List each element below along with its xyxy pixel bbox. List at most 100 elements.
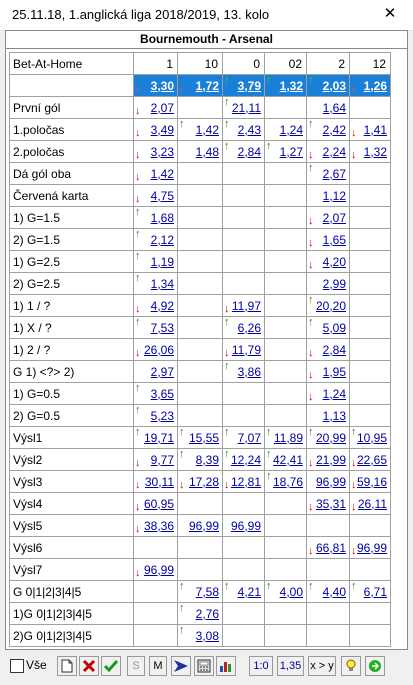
odds-value[interactable]: 3,65: [151, 387, 174, 401]
odds-cell[interactable]: ↓ 9,77: [133, 448, 178, 471]
odds-value[interactable]: 96,99: [144, 563, 174, 577]
odds-value[interactable]: 2,84: [238, 145, 261, 159]
odds-value[interactable]: 4,92: [151, 299, 174, 313]
calculator-button[interactable]: [194, 656, 214, 676]
arrow-button[interactable]: [171, 656, 191, 676]
odds-value[interactable]: 1,19: [151, 255, 174, 269]
odds-cell[interactable]: ↑ 11,89: [264, 426, 307, 449]
odds-cell[interactable]: 1,12: [306, 184, 350, 207]
odds-cell[interactable]: ↑ 3,08: [177, 624, 223, 647]
odds-cell[interactable]: ↓ 21,99: [306, 448, 350, 471]
odds-cell[interactable]: ↓ 22,65: [349, 448, 391, 471]
odds-value[interactable]: 6,71: [364, 585, 387, 599]
odds-cell[interactable]: ↓ 60,95: [133, 492, 178, 515]
odds-value[interactable]: 3,23: [151, 145, 174, 159]
hint-button[interactable]: [341, 656, 361, 676]
odds-value[interactable]: 1,24: [323, 387, 346, 401]
odds-value[interactable]: 1,41: [364, 123, 387, 137]
odds-cell[interactable]: 1,48: [177, 140, 223, 163]
odds-cell[interactable]: ↓ 66,81: [306, 536, 350, 559]
score-button[interactable]: 1:0: [249, 656, 273, 676]
odds-value[interactable]: 1,64: [323, 101, 346, 115]
odds-cell[interactable]: ↑ 1,27: [264, 140, 307, 163]
odds-value[interactable]: 2,84: [323, 343, 346, 357]
odds-value[interactable]: 1,42: [196, 123, 219, 137]
main-odds-cell[interactable]: ↑ 1,32: [264, 74, 307, 97]
odds-value[interactable]: 4,75: [151, 189, 174, 203]
odds-cell[interactable]: ↓ 2,24: [306, 140, 350, 163]
odds-cell[interactable]: ↑ 4,40: [306, 580, 350, 603]
odds-cell[interactable]: ↑ 4,00: [264, 580, 307, 603]
odds-cell[interactable]: ↑ 1,19: [133, 250, 178, 273]
odds-cell[interactable]: ↑ 15,55: [177, 426, 223, 449]
odds-cell[interactable]: ↓ 4,20: [306, 250, 350, 273]
odds-value[interactable]: 1,24: [280, 123, 303, 137]
odds-value[interactable]: 38,36: [144, 519, 174, 533]
odds-value[interactable]: 2,03: [323, 79, 346, 93]
odds-value[interactable]: 2,43: [238, 123, 261, 137]
confirm-button[interactable]: [101, 656, 121, 676]
odds-cell[interactable]: ↓ 38,36: [133, 514, 178, 537]
odds-cell[interactable]: ↑ 10,95: [349, 426, 391, 449]
odds-cell[interactable]: ↓ 26,11: [349, 492, 391, 515]
odds-value[interactable]: 1,32: [280, 79, 303, 93]
delete-button[interactable]: [79, 656, 99, 676]
odds-cell[interactable]: 96,99: [177, 514, 223, 537]
odds-value[interactable]: 2,07: [323, 211, 346, 225]
odds-cell[interactable]: ↑ 5,23: [133, 404, 178, 427]
odds-cell[interactable]: ↑ 20,99: [306, 426, 350, 449]
main-odds-cell[interactable]: ↓ 1,26: [349, 74, 391, 97]
odds-value[interactable]: 1,95: [323, 365, 346, 379]
odds-value[interactable]: 1,12: [323, 189, 346, 203]
odds-value[interactable]: 1,13: [323, 409, 346, 423]
odds-value[interactable]: 1,34: [151, 277, 174, 291]
odds-value[interactable]: 42,41: [273, 453, 303, 467]
close-icon[interactable]: ✕: [379, 4, 401, 24]
odds-cell[interactable]: ↑ 42,41: [264, 448, 307, 471]
odds-cell[interactable]: ↓ 1,95: [306, 360, 350, 383]
odds-value[interactable]: 1,42: [151, 167, 174, 181]
odds-value[interactable]: 18,76: [273, 475, 303, 489]
odds-cell[interactable]: ↑ 2,84: [222, 140, 265, 163]
odds-value[interactable]: 7,53: [151, 321, 174, 335]
odds-cell[interactable]: ↑ 12,24: [222, 448, 265, 471]
odds-cell[interactable]: ↓ 26,06: [133, 338, 178, 361]
odds-cell[interactable]: ↑ 4,21: [222, 580, 265, 603]
odds-value[interactable]: 11,79: [232, 343, 261, 357]
odds-value[interactable]: 1,26: [364, 79, 387, 93]
s-button[interactable]: S: [127, 656, 145, 676]
odds-value[interactable]: 1,27: [280, 145, 303, 159]
odds-cell[interactable]: 1,13: [306, 404, 350, 427]
odds-value[interactable]: 3,86: [238, 365, 261, 379]
main-odds-cell[interactable]: ↓ 3,30: [133, 74, 178, 97]
odds-cell[interactable]: ↓ 4,92: [133, 294, 178, 317]
odds-cell[interactable]: ↑ 8,39: [177, 448, 223, 471]
odds-value[interactable]: 35,31: [316, 497, 346, 511]
odds-cell[interactable]: ↓ 2,84: [306, 338, 350, 361]
main-odds-cell[interactable]: ↑ 2,03: [306, 74, 350, 97]
odds-value[interactable]: 2,67: [323, 167, 346, 181]
odds-cell[interactable]: ↓ 35,31: [306, 492, 350, 515]
odds-cell[interactable]: ↑ 18,76: [264, 470, 307, 493]
odds-value[interactable]: 2,97: [151, 365, 174, 379]
go-button[interactable]: [365, 656, 385, 676]
odds-cell[interactable]: ↓ 96,99: [349, 536, 391, 559]
odds-cell[interactable]: ↑ 2,67: [306, 162, 350, 185]
odds-value[interactable]: 2,76: [196, 607, 219, 621]
odds-cell[interactable]: ↑ 20,20: [306, 294, 350, 317]
odds-value[interactable]: 8,39: [196, 453, 219, 467]
odds-value[interactable]: 11,89: [274, 431, 303, 445]
odds-cell[interactable]: 96,99: [222, 514, 265, 537]
odds-cell[interactable]: 1,24: [264, 118, 307, 141]
odds-value[interactable]: 19,71: [144, 431, 174, 445]
odds-value[interactable]: 4,21: [238, 585, 261, 599]
odds-value[interactable]: 66,81: [316, 541, 346, 555]
chart-button[interactable]: [216, 656, 236, 676]
odds-cell[interactable]: ↓ 17,28: [177, 470, 223, 493]
odds-cell[interactable]: ↑ 5,09: [306, 316, 350, 339]
odds-value[interactable]: 4,40: [323, 585, 346, 599]
odds-value[interactable]: 26,06: [144, 343, 174, 357]
odds-cell[interactable]: ↑ 3,86: [222, 360, 265, 383]
odds-value[interactable]: 96,99: [357, 541, 387, 555]
odds-cell[interactable]: ↓ 59,16: [349, 470, 391, 493]
